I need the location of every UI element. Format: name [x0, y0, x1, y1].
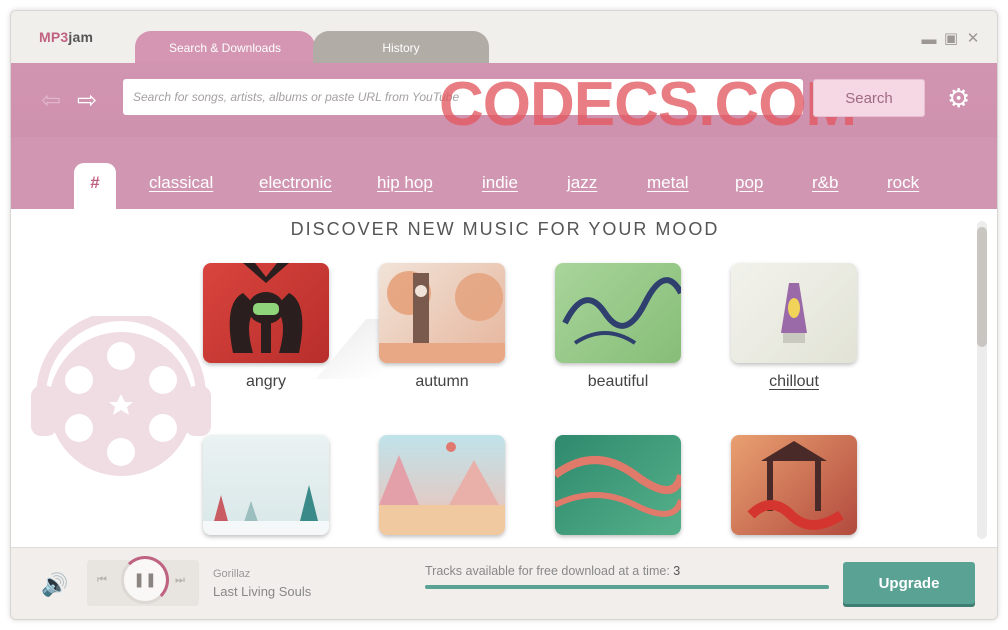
mood-tile-jungle[interactable] — [555, 435, 681, 535]
now-playing-artist: Gorillaz — [213, 568, 251, 580]
mood-tile-angry[interactable] — [203, 263, 329, 363]
scrollbar-thumb[interactable] — [977, 227, 987, 347]
genre-rnb[interactable]: r&b — [812, 173, 838, 193]
minimize-icon[interactable]: ▬ — [921, 31, 937, 48]
genre-pop[interactable]: pop — [735, 173, 763, 193]
scrollbar[interactable] — [977, 221, 987, 539]
maximize-icon[interactable]: ▣ — [943, 29, 959, 47]
tab-history[interactable]: History — [313, 31, 489, 65]
mood-label-angry[interactable]: angry — [203, 373, 329, 391]
search-button[interactable]: Search — [813, 79, 925, 117]
pause-icon: ❚❚ — [133, 571, 157, 587]
pause-button[interactable]: ❚❚ — [121, 556, 169, 604]
download-limit-fill — [425, 585, 829, 589]
genre-indie[interactable]: indie — [482, 173, 518, 193]
genre-rock[interactable]: rock — [887, 173, 919, 193]
mood-label-autumn[interactable]: autumn — [379, 373, 505, 391]
title-bar: MP3jam Search & Downloads History ▬ ▣ ✕ — [11, 11, 997, 65]
genre-hip-hop[interactable]: hip hop — [377, 173, 433, 193]
header: ⇦ ⇨ CODECS.COM Search ⚙ # classical elec… — [11, 63, 997, 211]
angry-artwork-icon — [229, 263, 303, 353]
mood-tile-chillout[interactable] — [731, 263, 857, 363]
genre-classical[interactable]: classical — [149, 173, 213, 193]
previous-icon[interactable]: ⏮ — [97, 574, 107, 587]
close-icon[interactable]: ✕ — [965, 29, 981, 47]
mood-label-beautiful[interactable]: beautiful — [555, 373, 681, 391]
discover-content: DISCOVER NEW MUSIC FOR YOUR MOOD angry a… — [11, 209, 997, 547]
download-limit-bar — [425, 585, 829, 589]
mood-tile-dreamy[interactable] — [379, 435, 505, 535]
gazebo-artwork-icon — [747, 441, 844, 530]
player-bar: 🔊 ⏮ ⏭ ❚❚ Gorillaz Last Living Souls Trac… — [11, 547, 997, 619]
gear-icon[interactable]: ⚙ — [947, 83, 970, 114]
mood-tile-autumn[interactable] — [379, 263, 505, 363]
dreamy-artwork-icon — [379, 442, 505, 535]
back-arrow-icon[interactable]: ⇦ — [41, 86, 61, 115]
forward-arrow-icon[interactable]: ⇨ — [77, 86, 97, 115]
download-limit-text: Tracks available for free download at a … — [425, 564, 681, 578]
tab-search-downloads[interactable]: Search & Downloads — [135, 31, 315, 65]
next-icon[interactable]: ⏭ — [175, 574, 185, 587]
mood-tile-beautiful[interactable] — [555, 263, 681, 363]
now-playing-track: Last Living Souls — [213, 584, 312, 599]
winter-artwork-icon — [203, 485, 329, 535]
autumn-artwork-icon — [379, 271, 505, 363]
mood-tile-winter[interactable] — [203, 435, 329, 535]
genre-jazz[interactable]: jazz — [567, 173, 597, 193]
watermark: CODECS.COM — [439, 70, 857, 139]
volume-icon[interactable]: 🔊 — [41, 572, 68, 598]
app-window: MP3jam Search & Downloads History ▬ ▣ ✕ … — [10, 10, 998, 620]
lava-lamp-icon — [781, 283, 807, 343]
beautiful-artwork-icon — [562, 277, 681, 345]
mood-tile-gazebo[interactable] — [731, 435, 857, 535]
genre-nav: # classical electronic hip hop indie jaz… — [11, 155, 997, 211]
film-reel-logo-icon — [31, 316, 211, 476]
mood-label-chillout[interactable]: chillout — [731, 373, 857, 391]
discover-heading: DISCOVER NEW MUSIC FOR YOUR MOOD — [290, 219, 720, 239]
upgrade-button[interactable]: Upgrade — [843, 562, 975, 604]
genre-electronic[interactable]: electronic — [259, 173, 332, 193]
jungle-artwork-icon — [555, 456, 681, 517]
app-logo: MP3jam — [39, 29, 94, 45]
genre-hash[interactable]: # — [74, 163, 116, 211]
download-limit-count: 3 — [673, 564, 681, 578]
genre-metal[interactable]: metal — [647, 173, 689, 193]
